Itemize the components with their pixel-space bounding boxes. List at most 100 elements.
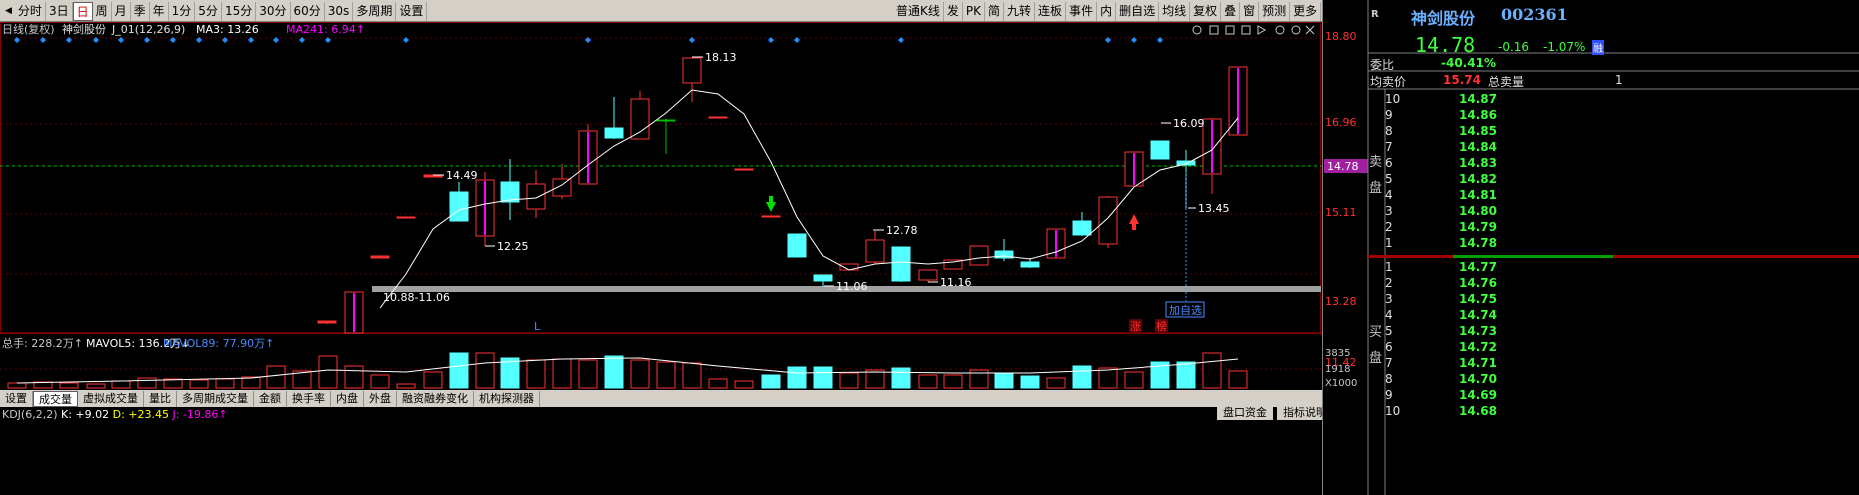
candle[interactable] (1124, 151, 1144, 187)
candle[interactable] (396, 216, 416, 219)
tool-btn-12[interactable]: 窗 (1240, 1, 1260, 21)
window-icon[interactable] (1209, 25, 1219, 35)
tool-btn-8[interactable]: 删自选 (1116, 1, 1160, 21)
volume-bar[interactable] (111, 380, 131, 389)
hand-icon[interactable] (1257, 25, 1267, 35)
tool-btn-11[interactable]: 叠 (1221, 1, 1241, 21)
event-diamond-icon[interactable] (403, 37, 409, 43)
period-btn-4[interactable]: 月 (112, 1, 131, 21)
candle[interactable] (604, 97, 624, 139)
candle[interactable] (969, 245, 989, 266)
candle[interactable] (317, 320, 337, 324)
period-btn-13[interactable]: 多周期 (353, 1, 397, 21)
event-diamond-icon[interactable] (689, 37, 695, 43)
volume-bar[interactable] (787, 366, 807, 389)
indicator-tab-5[interactable]: 金额 (254, 390, 287, 407)
candle[interactable] (734, 168, 754, 171)
event-diamond-icon[interactable] (248, 37, 254, 43)
period-btn-9[interactable]: 15分 (222, 1, 257, 21)
volume-bar[interactable] (708, 378, 728, 389)
arrow-left-icon[interactable]: ◀ (2, 6, 15, 16)
volume-bar[interactable] (1020, 375, 1040, 389)
tool-btn-5[interactable]: 连板 (1035, 1, 1067, 21)
candle[interactable] (500, 159, 520, 220)
indicator-tab-8[interactable]: 外盘 (364, 390, 397, 407)
volume-bar[interactable] (604, 355, 624, 389)
event-diamond-icon[interactable] (299, 37, 305, 43)
volume-bar[interactable] (370, 374, 390, 389)
volume-bar[interactable] (7, 382, 27, 389)
period-btn-12[interactable]: 30s (325, 1, 354, 21)
kline-chart[interactable]: 日线(复权) 神剑股份 J_01(12,26,9) MA3: 13.26 MA2… (0, 22, 1322, 390)
indicator-tab-10[interactable]: 机构探测器 (474, 390, 540, 407)
volume-bar[interactable] (682, 362, 702, 389)
volume-bar[interactable] (344, 365, 364, 389)
add-watch-label[interactable]: 加自选 (1169, 304, 1202, 317)
tool-btn-1[interactable]: 发 (944, 1, 963, 21)
candle[interactable] (370, 255, 390, 259)
candle[interactable] (475, 172, 495, 246)
tool-btn-7[interactable]: 内 (1097, 1, 1117, 21)
event-diamond-icon[interactable] (222, 37, 228, 43)
tool-btn-9[interactable]: 均线 (1159, 1, 1191, 21)
volume-bar[interactable] (423, 371, 443, 389)
volume-bar[interactable] (578, 359, 598, 389)
candle[interactable] (526, 170, 546, 218)
volume-bar[interactable] (994, 372, 1014, 389)
volume-bar[interactable] (449, 352, 469, 389)
event-diamond-icon[interactable] (1157, 37, 1163, 43)
tool-btn-4[interactable]: 九转 (1004, 1, 1036, 21)
event-diamond-icon[interactable] (93, 37, 99, 43)
volume-bar[interactable] (241, 376, 261, 389)
volume-bar[interactable] (630, 359, 650, 389)
tab-order-funds[interactable]: 盘口资金 (1217, 406, 1273, 420)
candle[interactable] (1072, 212, 1092, 236)
candle[interactable] (1046, 228, 1066, 259)
candle[interactable] (1150, 140, 1170, 160)
period-btn-11[interactable]: 60分 (291, 1, 325, 21)
candle[interactable] (578, 124, 598, 185)
indicator-tab-9[interactable]: 融资融券变化 (397, 390, 474, 407)
volume-bar[interactable] (1098, 367, 1118, 389)
volume-bar[interactable] (526, 359, 546, 389)
volume-bar[interactable] (552, 358, 572, 389)
settings-icon[interactable] (1192, 25, 1202, 35)
indicator-tab-3[interactable]: 量比 (144, 390, 177, 407)
period-btn-10[interactable]: 30分 (256, 1, 291, 21)
candle[interactable] (761, 215, 781, 218)
volume-bar[interactable] (137, 377, 157, 389)
volume-bar[interactable] (839, 372, 859, 389)
copy-icon[interactable] (1225, 25, 1235, 35)
candle[interactable] (891, 246, 911, 282)
save-icon[interactable] (1241, 25, 1251, 35)
candle[interactable] (813, 274, 833, 287)
indicator-tab-2[interactable]: 虚拟成交量 (78, 390, 144, 407)
volume-bar[interactable] (734, 380, 754, 389)
indicator-tab-4[interactable]: 多周期成交量 (177, 390, 254, 407)
indicator-tab-7[interactable]: 内盘 (331, 390, 364, 407)
candle[interactable] (918, 269, 938, 282)
candle[interactable] (656, 119, 676, 154)
l-marker[interactable]: L (534, 320, 541, 333)
close-icon[interactable] (1305, 25, 1315, 35)
period-btn-2[interactable]: 日 (72, 1, 93, 21)
volume-bar[interactable] (1228, 370, 1248, 389)
candle[interactable] (1202, 118, 1222, 194)
volume-bar[interactable] (891, 367, 911, 389)
period-btn-6[interactable]: 年 (150, 1, 169, 21)
period-btn-5[interactable]: 季 (131, 1, 150, 21)
candle[interactable] (708, 116, 728, 119)
volume-bar[interactable] (318, 355, 338, 389)
tool-btn-13[interactable]: 预测 (1259, 1, 1291, 21)
volume-bar[interactable] (86, 383, 106, 389)
tool-btn-2[interactable]: PK (963, 1, 985, 21)
event-diamond-icon[interactable] (273, 37, 279, 43)
zoom-out-icon[interactable] (1291, 25, 1301, 35)
volume-bar[interactable] (1046, 377, 1066, 389)
event-diamond-icon[interactable] (118, 37, 124, 43)
period-btn-8[interactable]: 5分 (195, 1, 222, 21)
period-btn-7[interactable]: 1分 (169, 1, 196, 21)
volume-bar[interactable] (266, 365, 286, 389)
candle[interactable] (1098, 196, 1118, 248)
period-btn-1[interactable]: 3日 (46, 1, 73, 21)
